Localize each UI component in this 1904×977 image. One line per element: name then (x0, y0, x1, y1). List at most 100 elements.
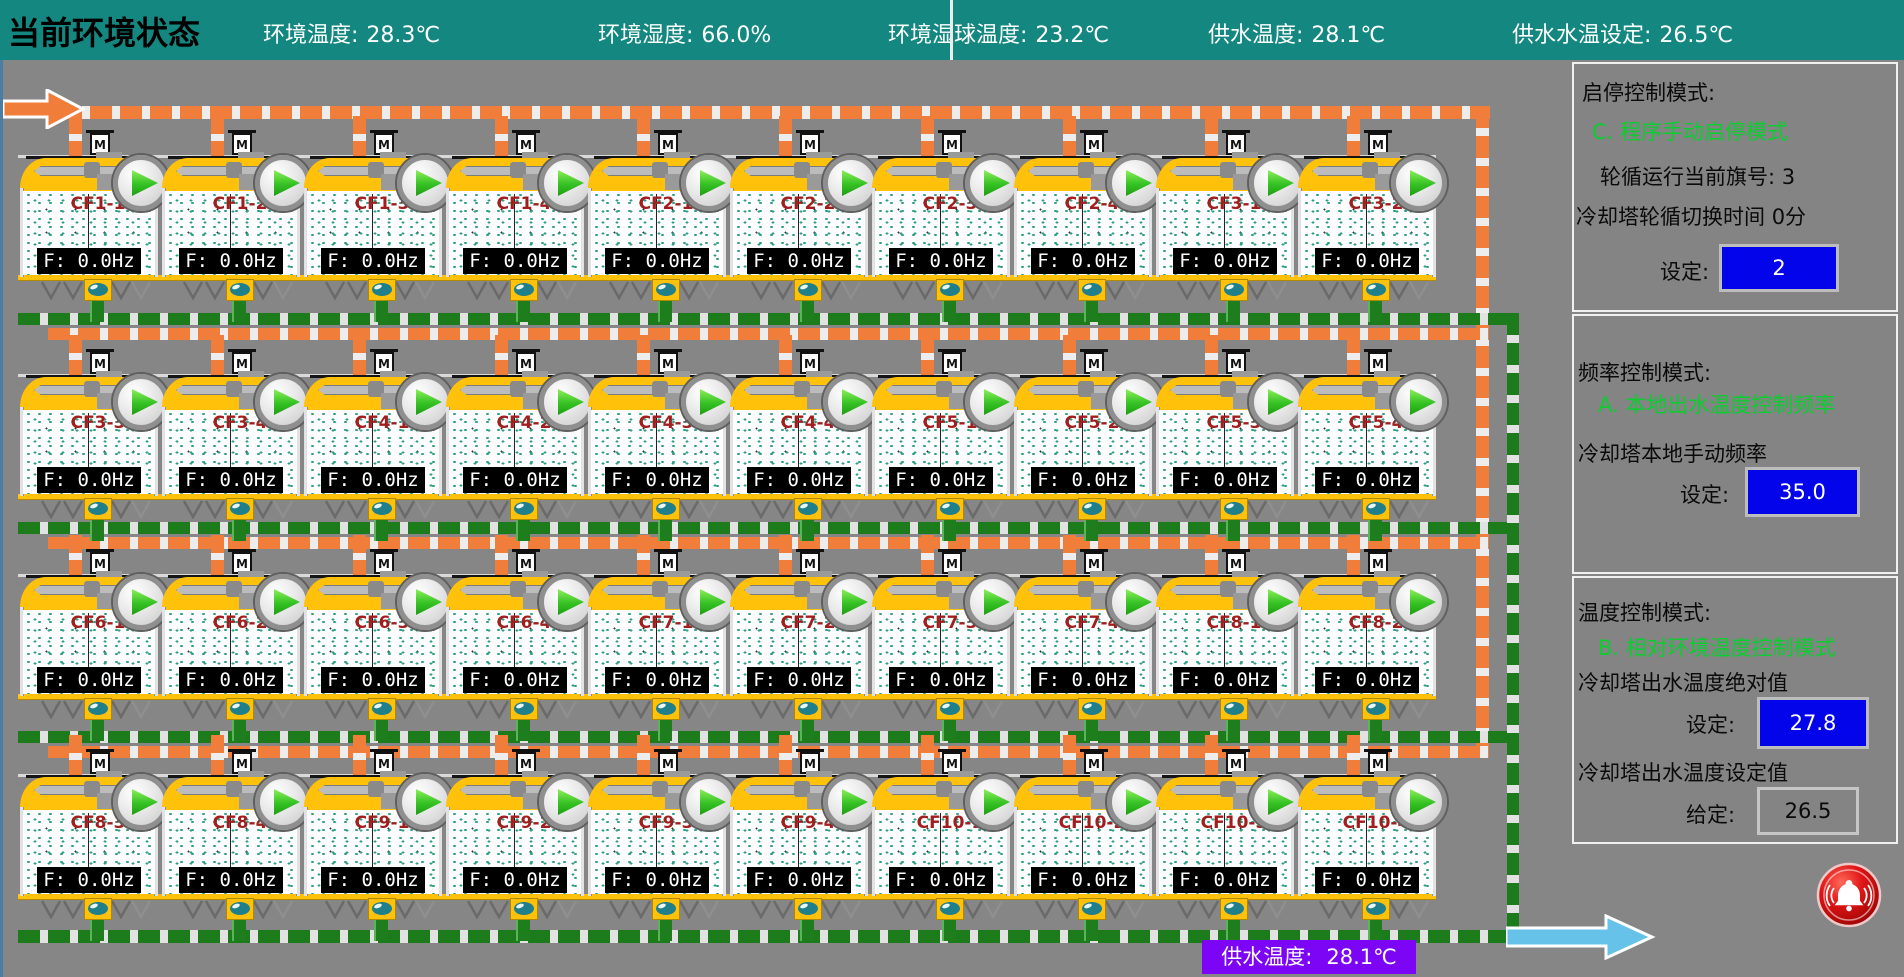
fan-run-play-icon (416, 389, 442, 415)
fan-run-button[interactable] (681, 574, 737, 630)
fan-run-button[interactable] (681, 155, 737, 211)
fan-run-button[interactable] (1107, 774, 1163, 830)
fan-run-button[interactable] (113, 374, 169, 430)
fan-run-button[interactable] (397, 774, 453, 830)
fan-run-button[interactable] (965, 574, 1021, 630)
header-divider (950, 0, 953, 60)
header-bar: 当前环境状态 环境温度:28.3℃ 环境湿度:66.0% 环境湿球温度:23.2… (0, 0, 1904, 60)
supply-drop-pipe (69, 335, 82, 379)
fan-run-button[interactable] (255, 155, 311, 211)
fan-run-button[interactable] (1249, 574, 1305, 630)
wetbulb-reading: 环境湿球温度:23.2℃ (888, 17, 1109, 49)
cooling-tower: M CF9-3 F: 0.0Hz (588, 727, 726, 942)
fan-run-button[interactable] (255, 774, 311, 830)
frequency-set-input[interactable]: 35.0 (1745, 467, 1860, 517)
fan-run-button[interactable] (1249, 155, 1305, 211)
fan-run-button[interactable] (539, 374, 595, 430)
switch-time-set-input[interactable]: 2 (1719, 244, 1839, 292)
basin-pump (652, 698, 680, 720)
page-title: 当前环境状态 (8, 8, 200, 54)
frequency-display: F: 0.0Hz (605, 867, 709, 893)
fan-run-button[interactable] (681, 374, 737, 430)
basin-pump (1078, 898, 1106, 920)
fan-run-play-icon (984, 170, 1010, 196)
cooling-tower: M CF1-2 F: 0.0Hz (162, 108, 300, 323)
pump-outlet-pipe (232, 919, 246, 941)
cooling-tower: M CF10-2 F: 0.0Hz (1014, 727, 1152, 942)
cooling-tower: M CF4-3 F: 0.0Hz (588, 327, 726, 542)
fan-run-button[interactable] (539, 155, 595, 211)
frequency-display: F: 0.0Hz (463, 248, 567, 274)
supply-drop-pipe (1063, 535, 1076, 579)
fan-run-button[interactable] (681, 774, 737, 830)
cooling-tower: M CF5-3 F: 0.0Hz (1156, 327, 1294, 542)
pump-outlet-pipe (1368, 300, 1382, 322)
basin-pump (1078, 498, 1106, 520)
supply-setpoint-value: 26.5℃ (1659, 23, 1733, 48)
cooling-tower: M CF6-4 F: 0.0Hz (446, 527, 584, 742)
fan-run-button[interactable] (255, 374, 311, 430)
fan-run-button[interactable] (397, 155, 453, 211)
fan-run-play-icon (1268, 589, 1294, 615)
supply-drop-pipe (637, 335, 650, 379)
fan-run-button[interactable] (823, 774, 879, 830)
supply-drop-pipe (1205, 116, 1218, 160)
pump-outlet-pipe (516, 919, 530, 941)
temperature-set-input[interactable]: 27.8 (1757, 697, 1869, 749)
supply-drop-pipe (1347, 535, 1360, 579)
fan-run-button[interactable] (1249, 774, 1305, 830)
basin-pump (510, 898, 538, 920)
cycle-flag-value: 3 (1782, 165, 1795, 189)
fan-run-button[interactable] (113, 574, 169, 630)
fan-run-play-icon (416, 789, 442, 815)
fan-run-button[interactable] (397, 374, 453, 430)
pump-outlet-pipe (658, 919, 672, 941)
fan-run-play-icon (558, 589, 584, 615)
fan-run-play-icon (274, 789, 300, 815)
fan-run-button[interactable] (113, 155, 169, 211)
supply-drop-pipe (779, 735, 792, 779)
alarm-button[interactable] (1816, 862, 1882, 928)
fan-run-button[interactable] (1107, 374, 1163, 430)
frequency-display: F: 0.0Hz (605, 667, 709, 693)
fan-run-button[interactable] (1107, 155, 1163, 211)
cooling-tower: M CF1-3 F: 0.0Hz (304, 108, 442, 323)
basin-pump (652, 279, 680, 301)
fan-run-button[interactable] (1107, 574, 1163, 630)
frequency-display: F: 0.0Hz (321, 867, 425, 893)
supply-drop-pipe (637, 735, 650, 779)
fan-run-button[interactable] (965, 155, 1021, 211)
fan-run-button[interactable] (823, 574, 879, 630)
fan-run-button[interactable] (965, 374, 1021, 430)
fan-run-play-icon (1268, 170, 1294, 196)
basin-pump (368, 898, 396, 920)
fan-run-button[interactable] (1391, 574, 1447, 630)
fan-run-button[interactable] (539, 774, 595, 830)
fan-run-button[interactable] (823, 155, 879, 211)
cooling-tower: M CF2-1 F: 0.0Hz (588, 108, 726, 323)
fan-run-button[interactable] (113, 774, 169, 830)
supply-drop-pipe (779, 535, 792, 579)
humidity-label: 环境湿度: (598, 23, 693, 48)
fan-run-button[interactable] (1391, 155, 1447, 211)
fan-run-button[interactable] (823, 374, 879, 430)
fan-run-button[interactable] (539, 574, 595, 630)
supply-temp-label: 供水温度: (1208, 23, 1303, 48)
fan-run-button[interactable] (1249, 374, 1305, 430)
fan-run-play-icon (132, 170, 158, 196)
fan-run-button[interactable] (1391, 374, 1447, 430)
pump-outlet-pipe (800, 300, 814, 322)
fan-run-button[interactable] (397, 574, 453, 630)
frequency-display: F: 0.0Hz (1315, 248, 1419, 274)
fan-run-play-icon (842, 389, 868, 415)
fan-run-play-icon (700, 170, 726, 196)
fan-run-button[interactable] (1391, 774, 1447, 830)
wetbulb-label: 环境湿球温度: (888, 23, 1027, 48)
fan-run-button[interactable] (965, 774, 1021, 830)
frequency-display: F: 0.0Hz (463, 467, 567, 493)
fan-run-play-icon (700, 789, 726, 815)
temperature-given-input[interactable]: 26.5 (1757, 787, 1859, 835)
pump-outlet-pipe (232, 300, 246, 322)
basin-pump (84, 698, 112, 720)
fan-run-button[interactable] (255, 574, 311, 630)
